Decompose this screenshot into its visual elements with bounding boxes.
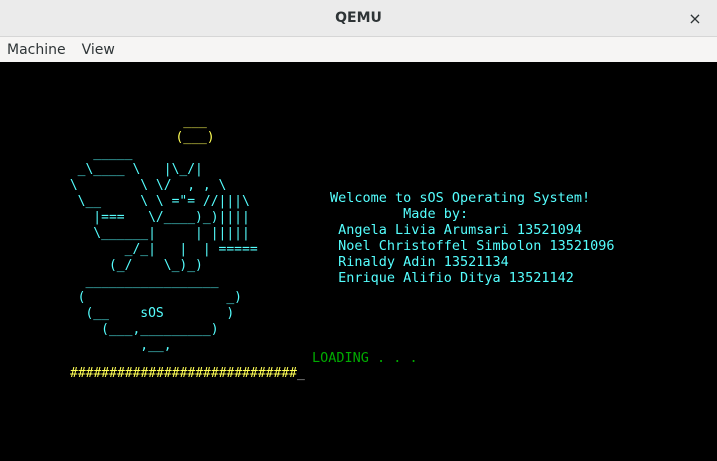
loading-text: LOADING . . . [312, 350, 418, 366]
window-titlebar: QEMU × [0, 0, 717, 37]
author-line: Noel Christoffel Simbolon 13521096 [330, 238, 615, 254]
menu-machine[interactable]: Machine [0, 42, 74, 58]
halo-ascii-art: ___ (___) [175, 114, 215, 145]
menu-bar: Machine View [0, 37, 717, 62]
author-line: Enrique Alifio Ditya 13521142 [330, 270, 574, 286]
close-icon[interactable]: × [683, 6, 707, 30]
welcome-line: Welcome to sOS Operating System! [330, 190, 591, 206]
vm-display[interactable]: _____ _\____ \ |\_/| \ \ \/ , , \ \__ \ … [0, 62, 717, 461]
author-line: Rinaldy Adin 13521134 [330, 254, 509, 270]
text-cursor: _ [296, 366, 305, 381]
author-line: Angela Livia Arumsari 13521094 [330, 222, 582, 238]
welcome-block: Welcome to sOS Operating System! Made by… [330, 190, 614, 286]
window-title: QEMU [335, 10, 382, 26]
credits-heading: Made by: [330, 206, 469, 222]
menu-view[interactable]: View [74, 42, 123, 58]
progress-fill: ############################# [70, 366, 297, 381]
mascot-ascii-art: _____ _\____ \ |\_/| \ \ \/ , , \ \__ \ … [69, 146, 258, 353]
progress-bar: #############################_ [70, 366, 305, 381]
